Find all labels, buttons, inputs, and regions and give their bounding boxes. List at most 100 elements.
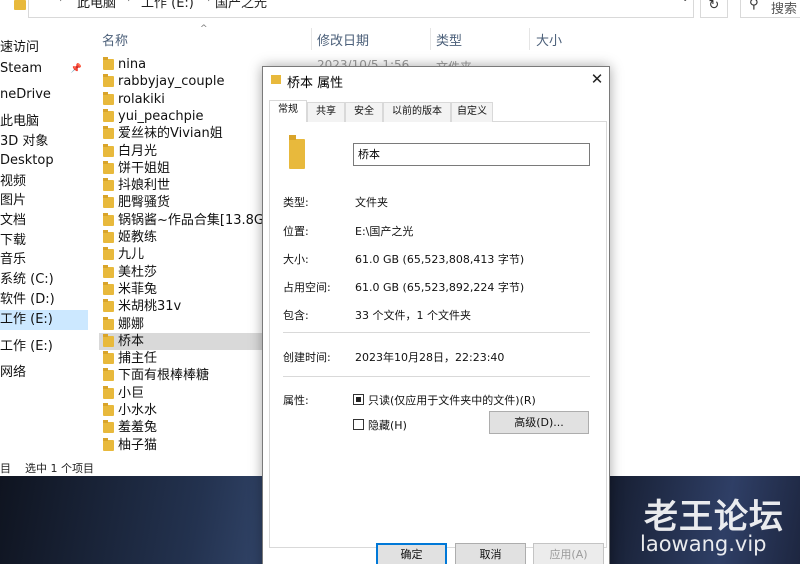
breadcrumb-separator-icon: › [59, 0, 63, 5]
nav-item-downloads[interactable]: 下载 [0, 231, 88, 251]
file-row[interactable]: 桥本 [99, 333, 263, 350]
refresh-button[interactable]: ↻ [700, 0, 728, 18]
file-name: 抖娘利世 [118, 178, 171, 193]
nav-label: 系统 (C:) [0, 272, 54, 287]
file-row[interactable]: rabbyjay_couple [99, 73, 263, 90]
nav-label: 速访问 [0, 40, 40, 55]
nav-item-documents[interactable]: 文档 [0, 211, 88, 231]
nav-item-onedrive[interactable]: neDrive [0, 85, 88, 105]
sort-ascending-icon: ^ [200, 24, 208, 34]
nav-item-this-pc[interactable]: 此电脑 [0, 112, 88, 132]
file-row[interactable]: 抖娘利世 [99, 177, 263, 194]
file-row[interactable]: rolakiki [99, 91, 263, 108]
folder-icon [103, 161, 114, 174]
nav-item-drive-e[interactable]: 工作 (E:) [0, 310, 88, 330]
file-row[interactable]: 姬教练 [99, 229, 263, 246]
nav-item-pictures[interactable]: 图片 [0, 191, 88, 211]
file-row[interactable]: 米菲兔 [99, 281, 263, 298]
created-value: 2023年10月28日，22:23:40 [355, 351, 505, 364]
tab-customize[interactable]: 自定义 [451, 102, 493, 122]
file-row[interactable]: yui_peachpie [99, 108, 263, 125]
column-header-name[interactable]: 名称 [102, 30, 128, 49]
tab-security[interactable]: 安全 [345, 102, 383, 122]
ok-button[interactable]: 确定 [376, 543, 447, 564]
chevron-down-icon[interactable]: ⌄ [681, 0, 689, 4]
column-header-date[interactable]: 修改日期 [317, 30, 369, 49]
column-divider[interactable] [529, 28, 530, 50]
file-row[interactable]: 爱丝袜的Vivian姐 [99, 125, 263, 142]
file-row[interactable]: 美杜莎 [99, 264, 263, 281]
folder-icon [103, 403, 114, 416]
file-row[interactable]: 饼干姐姐 [99, 160, 263, 177]
close-button[interactable]: ✕ [587, 69, 607, 89]
file-name: 下面有根棒棒糖 [118, 368, 210, 383]
nav-item-drive-c[interactable]: 系统 (C:) [0, 270, 88, 290]
nav-item-videos[interactable]: 视频 [0, 172, 88, 192]
file-row[interactable]: 白月光 [99, 143, 263, 160]
column-divider[interactable] [311, 28, 312, 50]
nav-item-steam[interactable]: Steam 📌 [0, 59, 88, 79]
folder-icon [103, 195, 114, 208]
file-row[interactable]: 下面有根棒棒糖 [99, 367, 263, 384]
nav-label: Steam [0, 61, 42, 76]
search-icon: ⚲ [749, 0, 759, 12]
column-divider[interactable] [430, 28, 431, 50]
nav-label: 此电脑 [0, 114, 40, 129]
folder-icon [103, 334, 114, 347]
apply-button[interactable]: 应用(A) [533, 543, 604, 564]
file-row[interactable]: 娜娜 [99, 316, 263, 333]
readonly-label[interactable]: 只读(仅应用于文件夹中的文件)(R) [368, 392, 536, 408]
file-row[interactable]: 小巨 [99, 385, 263, 402]
tab-general[interactable]: 常规 [269, 100, 307, 123]
nav-item-music[interactable]: 音乐 [0, 250, 88, 270]
tab-strip: 常规 共享 安全 以前的版本 自定义 [269, 100, 607, 123]
location-label: 位置: [283, 225, 309, 238]
folder-icon [103, 368, 114, 381]
nav-item-drive-e-2[interactable]: 工作 (E:) [0, 337, 88, 357]
readonly-checkbox[interactable] [353, 394, 364, 405]
file-row[interactable]: 捕主任 [99, 350, 263, 367]
column-header-type[interactable]: 类型 [436, 30, 462, 49]
address-box[interactable]: › 此电脑 › 工作 (E:) › 国产之光 ⌄ [28, 0, 694, 18]
file-row[interactable]: 肥臀骚货 [99, 194, 263, 211]
file-row[interactable]: 锅锅酱~作品合集[13.8G] [99, 212, 269, 229]
search-input[interactable]: ⚲ 搜索 [740, 0, 800, 18]
watermark-url: laowang.vip [640, 532, 767, 556]
folder-icon [103, 317, 114, 330]
nav-label: 网络 [0, 365, 27, 380]
nav-item-drive-d[interactable]: 软件 (D:) [0, 290, 88, 310]
file-row[interactable]: 九儿 [99, 246, 263, 263]
folder-icon [103, 230, 114, 243]
tab-previous-versions[interactable]: 以前的版本 [383, 102, 451, 122]
advanced-button[interactable]: 高级(D)... [489, 411, 589, 434]
breadcrumb-this-pc[interactable]: 此电脑 [77, 0, 116, 11]
nav-label: 工作 (E:) [0, 312, 53, 327]
folder-icon [103, 438, 114, 451]
nav-item-network[interactable]: 网络 [0, 363, 88, 383]
refresh-icon: ↻ [708, 0, 720, 13]
nav-item-quick-access[interactable]: 速访问 [0, 38, 88, 58]
file-row[interactable]: 小水水 [99, 402, 263, 419]
dialog-title: 桥本 属性 [287, 76, 344, 91]
hidden-checkbox[interactable] [353, 419, 364, 430]
folder-icon [103, 144, 114, 157]
file-row[interactable]: 柚子猫 [99, 437, 263, 454]
hidden-label[interactable]: 隐藏(H) [368, 417, 407, 433]
breadcrumb-folder[interactable]: 国产之光 [215, 0, 267, 11]
file-row[interactable]: 羞羞兔 [99, 419, 263, 436]
divider [283, 376, 590, 377]
file-row[interactable]: nina [99, 56, 263, 73]
nav-label: 文档 [0, 213, 27, 228]
cancel-button[interactable]: 取消 [455, 543, 526, 564]
nav-label: 图片 [0, 193, 27, 208]
nav-item-3d-objects[interactable]: 3D 对象 [0, 132, 88, 152]
nav-item-desktop[interactable]: Desktop [0, 151, 88, 171]
file-row[interactable]: 米胡桃31v [99, 298, 263, 315]
tab-sharing[interactable]: 共享 [307, 102, 345, 122]
file-name: 米菲兔 [118, 282, 158, 297]
breadcrumb-drive-e[interactable]: 工作 (E:) [141, 0, 194, 11]
column-header-size[interactable]: 大小 [536, 30, 562, 49]
file-name: 姬教练 [118, 230, 158, 245]
folder-name-input[interactable]: 桥本 [353, 143, 590, 166]
contains-value: 33 个文件，1 个文件夹 [355, 309, 471, 322]
